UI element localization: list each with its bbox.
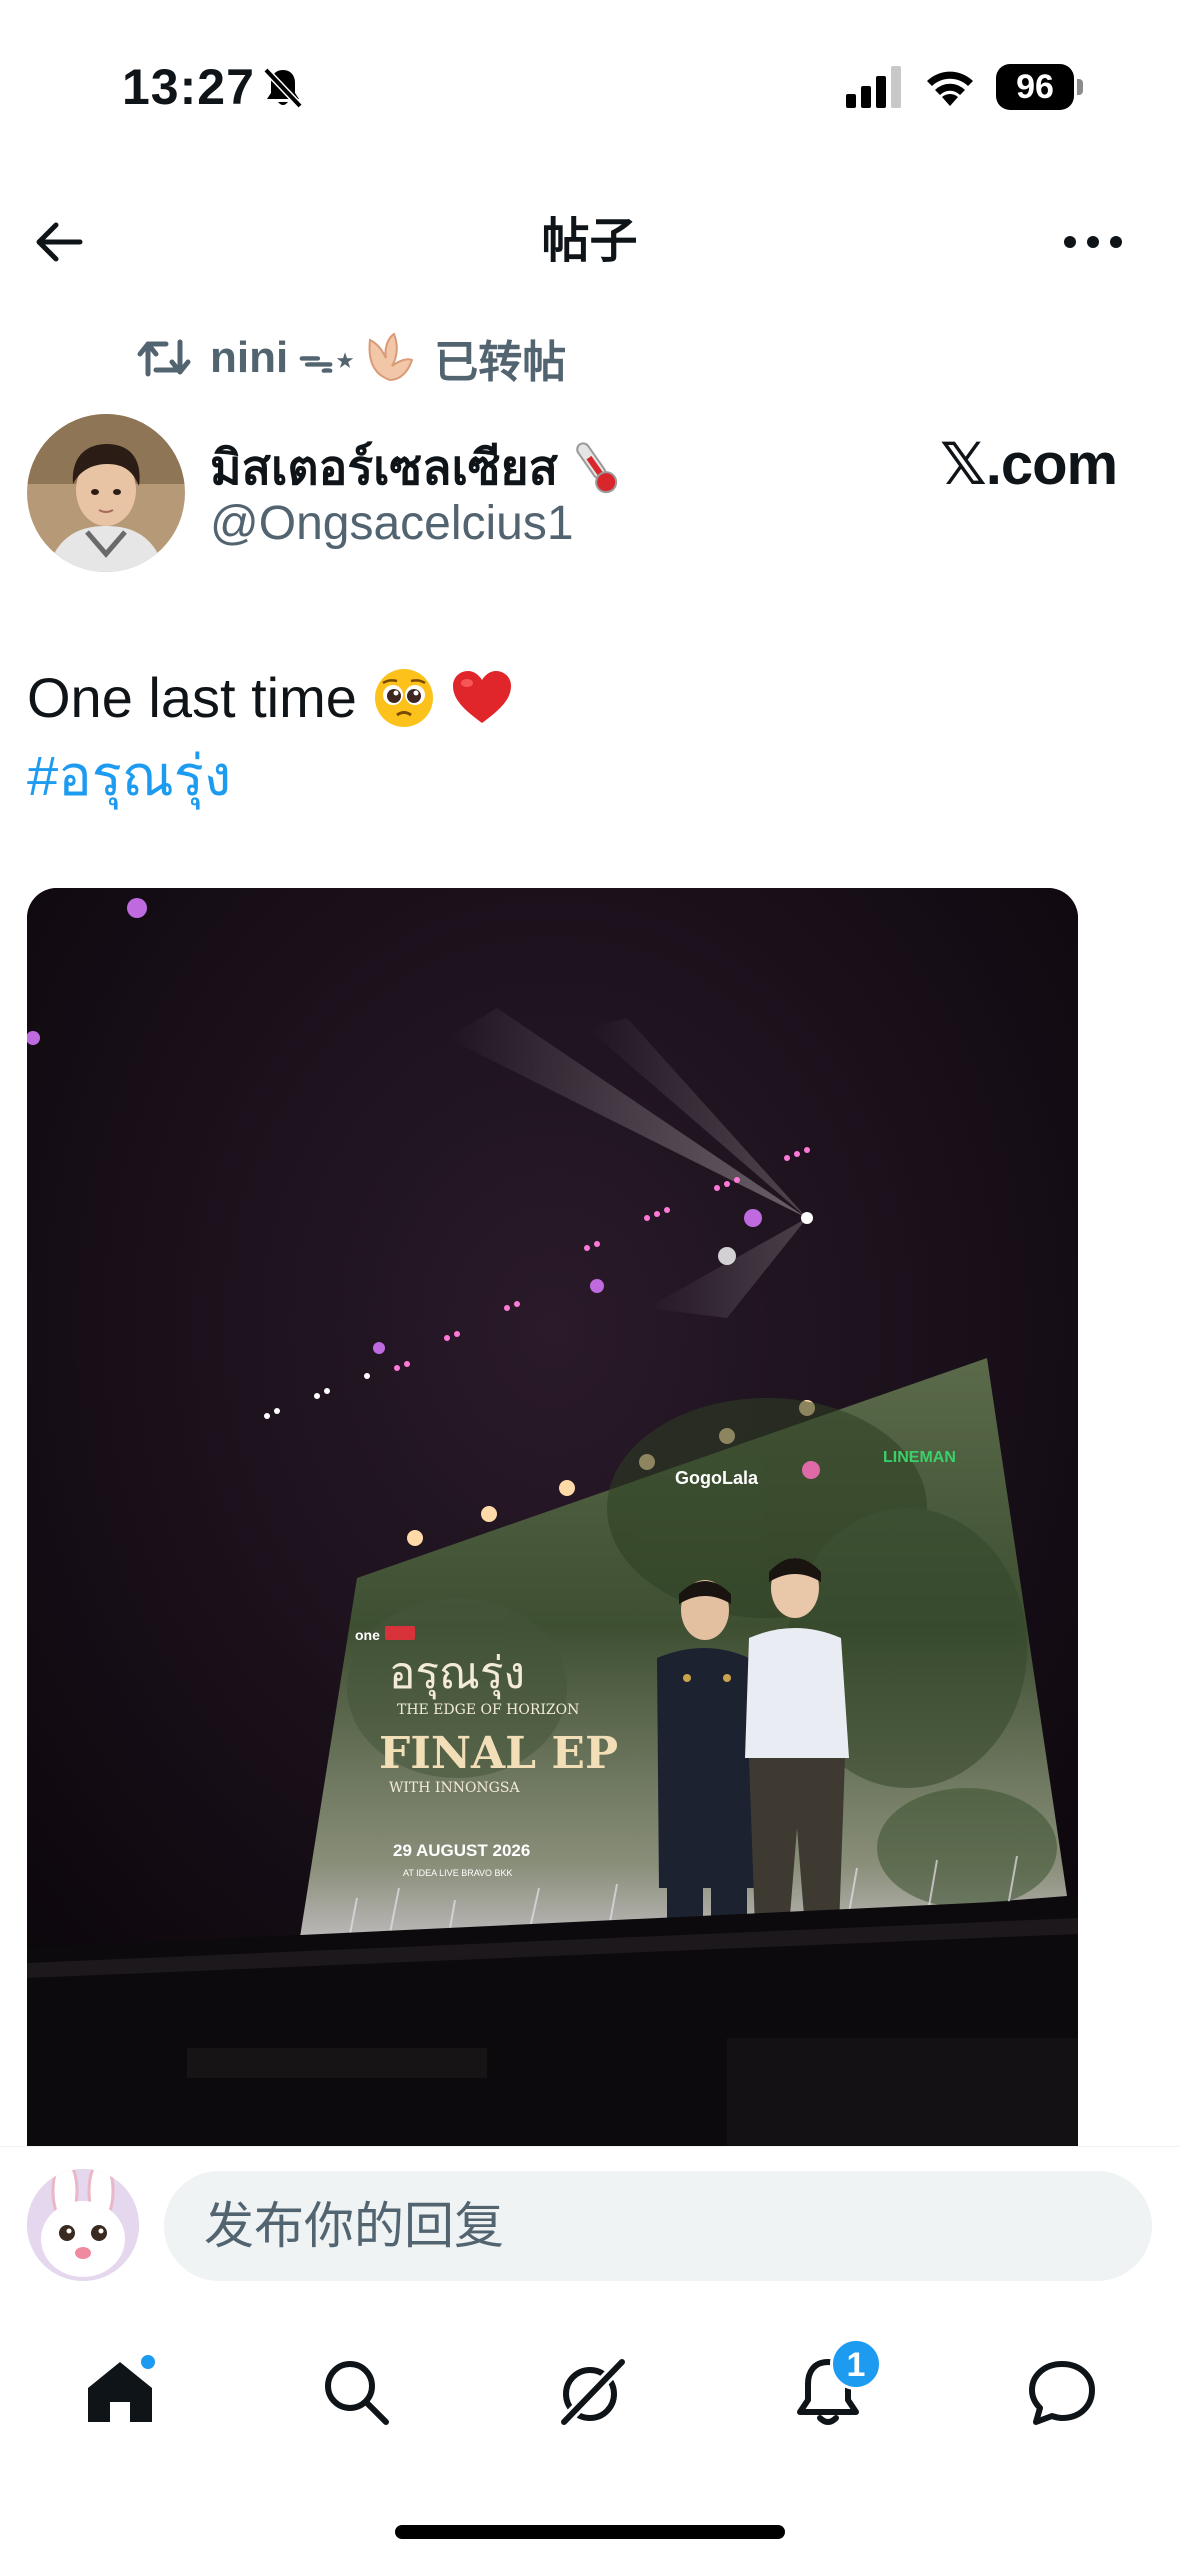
reply-bar: 发布你的回复 [0,2146,1179,2316]
repost-icon [137,339,191,377]
repost-decor: ᯓ⋆ [298,330,418,386]
thermometer-emoji-icon [576,442,618,494]
bottom-tab-bar: 1 [0,2316,1179,2556]
author-name[interactable]: มิสเตอร์เซลเซียส [210,430,622,506]
screen-final-ep: FINAL EP [379,1728,618,1779]
sponsor-gogolala: GogoLala [675,1468,759,1488]
screen-venue: AT IDEA LIVE BRAVO BKK [403,1868,513,1878]
tab-home[interactable] [80,2352,160,2432]
repost-indicator[interactable]: nini ᯓ⋆ 已转帖 [136,326,566,390]
battery-cap [1077,79,1083,95]
repost-decor-glyph: ᯓ⋆ [298,338,357,380]
grok-icon [559,2357,627,2427]
screen-date: 29 AUGUST 2026 [393,1841,530,1860]
chat-bubble-icon [1029,2361,1095,2425]
tab-grok[interactable] [550,2352,630,2432]
author-handle[interactable]: @Ongsacelcius1 [210,496,574,551]
cellular-signal-icon [846,66,901,108]
tab-search[interactable] [316,2352,396,2432]
sponsor-badge-red [385,1626,415,1640]
home-unread-dot [138,2352,158,2372]
red-heart-emoji-icon [452,671,511,723]
post-text-content: One last time [27,666,357,729]
battery-indicator: 96 [996,64,1083,110]
status-time: 13:27 [122,59,255,115]
repost-label: 已转帖 [434,338,567,387]
reply-input[interactable]: 发布你的回复 [164,2171,1152,2281]
pleading-face-emoji-icon [374,669,433,727]
status-bar: 13:27 96 [0,0,1179,150]
sponsor-one: one [355,1627,380,1643]
sponsor-flower-logo [802,1461,820,1479]
post-text: One last time [27,660,513,736]
more-options-icon[interactable] [1060,214,1126,270]
page-title: 帖子 [541,215,638,268]
post-hashtag[interactable]: #อรุณรุ่ง [27,738,231,814]
home-indicator [395,2525,785,2539]
bell-off-icon [263,67,303,109]
wing-emoji-icon [368,332,414,382]
notifications-badge: 1 [830,2338,882,2390]
current-user-avatar[interactable] [27,2169,139,2281]
author-avatar[interactable] [27,414,185,572]
screen-with: WITH INNONGSA [389,1780,520,1796]
author-display-name: มิสเตอร์เซลเซียส [210,442,558,495]
x-com-watermark: 𝕏.com [940,432,1118,497]
post-detail-screen: 13:27 96 帖子 nini ᯓ⋆ 已转帖 มิสเตอร์เซลเซียส… [0,0,1179,2556]
sponsor-lineman: LINEMAN [883,1449,956,1466]
wifi-icon [927,71,973,106]
post-media-image[interactable]: อรุณรุ่ง THE EDGE OF HORIZON FINAL EP WI… [27,888,1078,2148]
screen-subtitle: THE EDGE OF HORIZON [397,1702,579,1718]
battery-level: 96 [1016,68,1054,106]
tab-notifications[interactable]: 1 [788,2338,882,2432]
author-avatar-photo [27,414,185,572]
screen-title-thai: อรุณรุ่ง [389,1648,525,1700]
search-icon [325,2361,389,2425]
repost-user: nini [210,333,289,382]
bunny-avatar-image [27,2169,139,2281]
tab-messages[interactable] [1022,2352,1102,2432]
concert-stage-photo: อรุณรุ่ง THE EDGE OF HORIZON FINAL EP WI… [27,888,1078,2148]
